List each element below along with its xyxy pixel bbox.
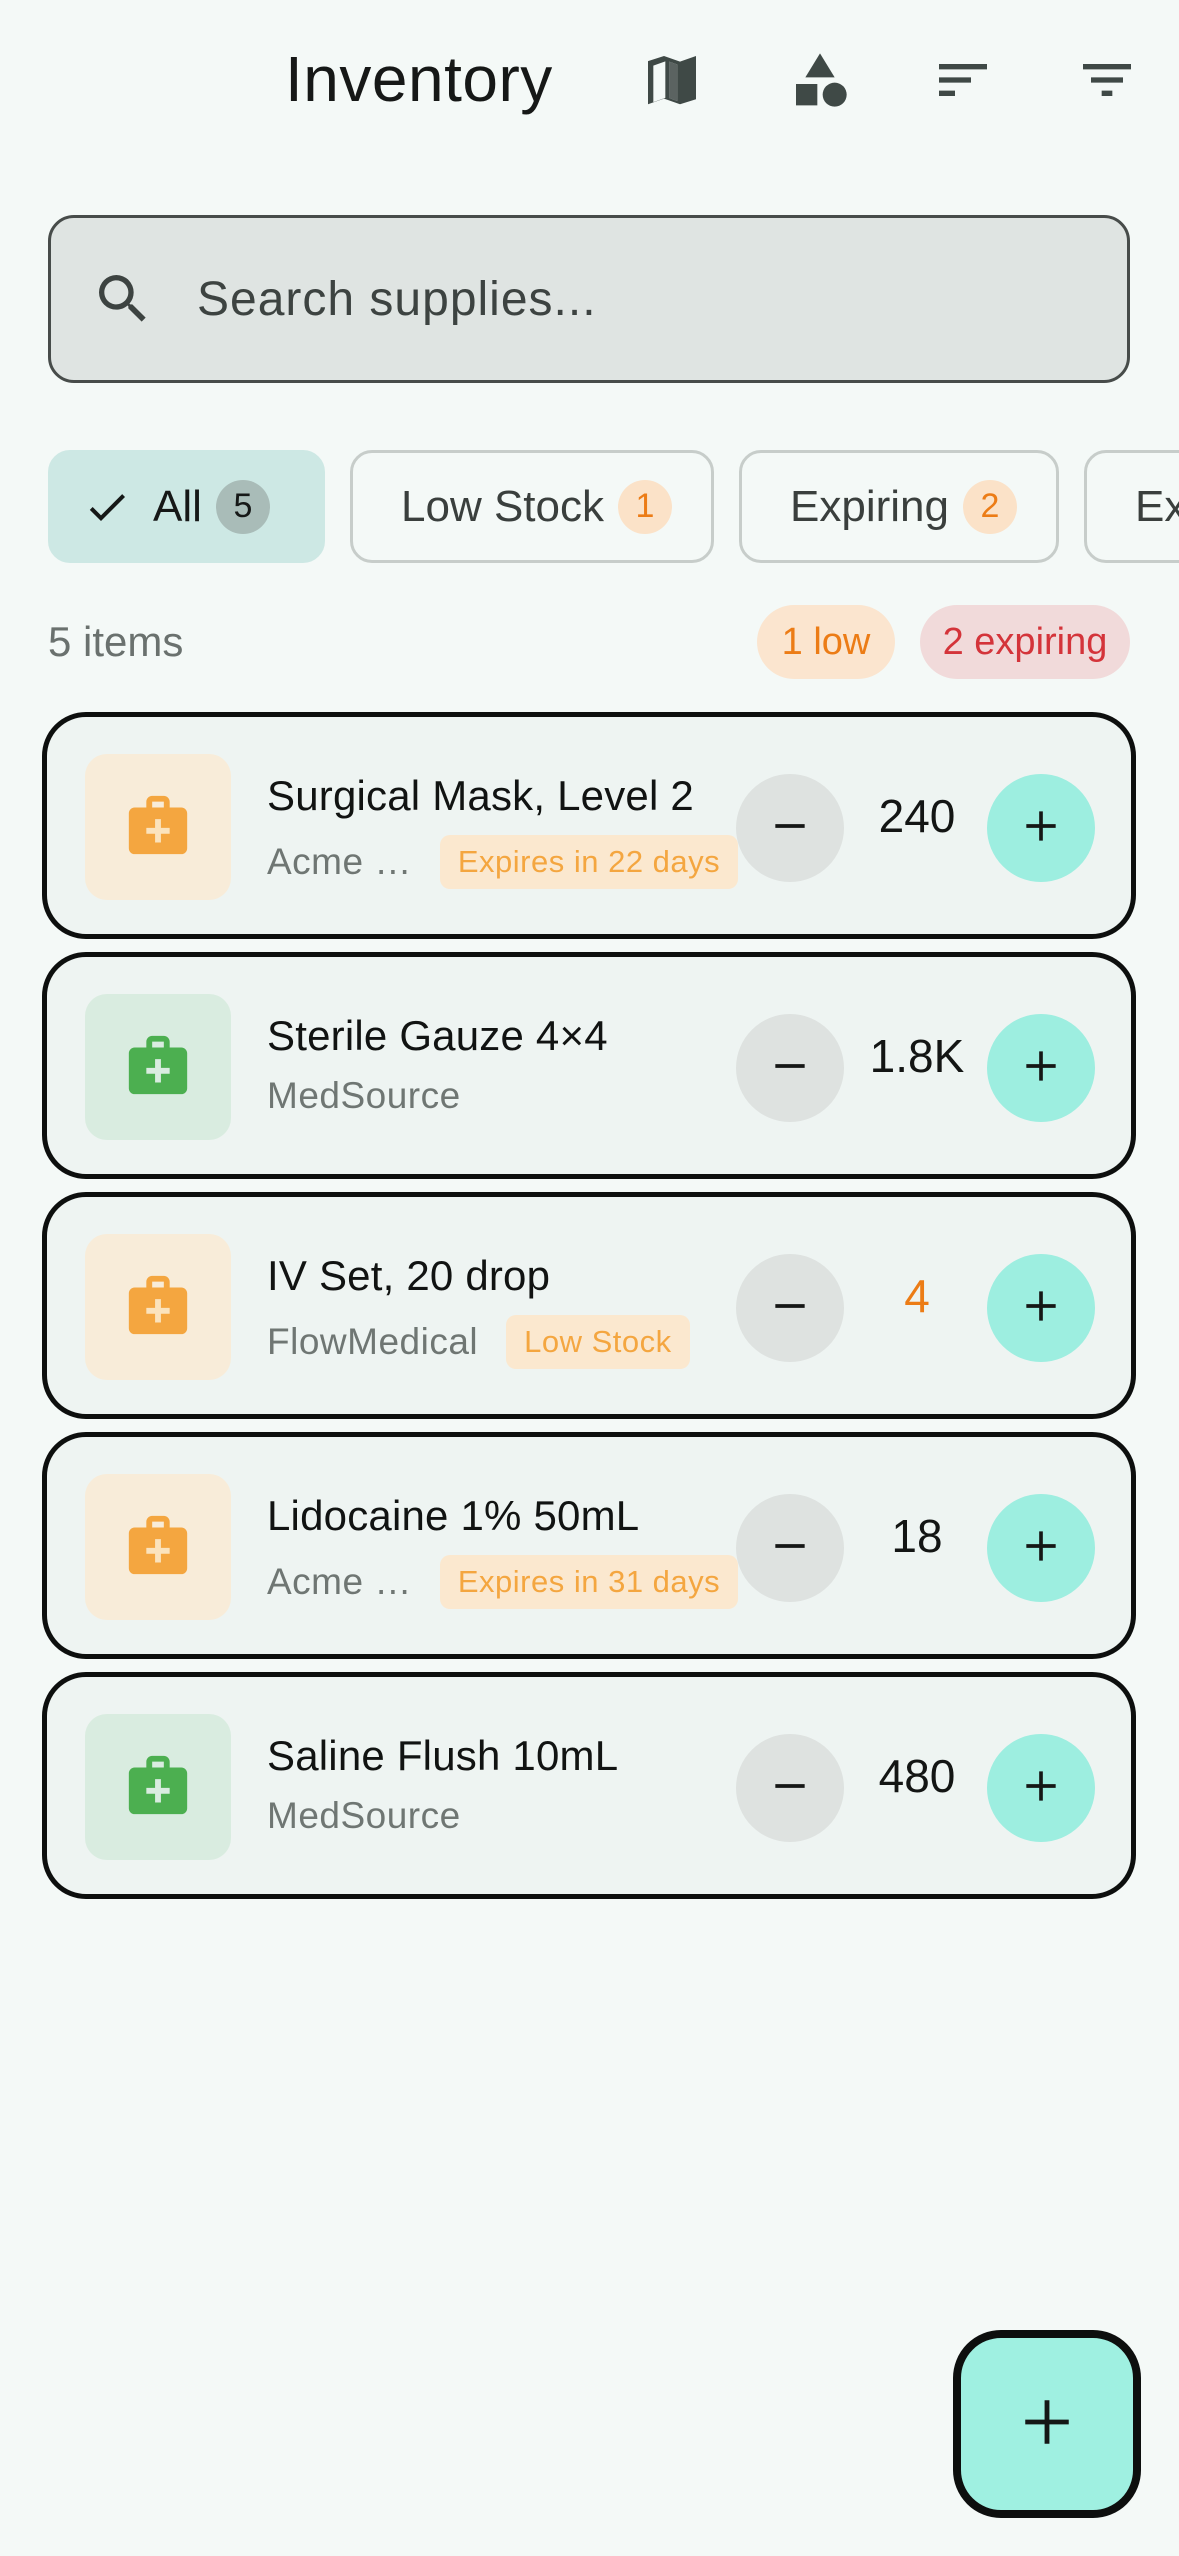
top-app-bar: Inventory [0, 0, 1179, 170]
item-supplier: MedSource [267, 1075, 461, 1116]
item-meta: MedSource [267, 1795, 461, 1837]
chip-label: Low Stock [401, 481, 604, 531]
plus-icon [1019, 1044, 1063, 1093]
inventory-item-card[interactable]: Lidocaine 1% 50mL Acme … Expires in 31 d… [42, 1432, 1136, 1659]
plus-icon [1019, 1284, 1063, 1333]
minus-icon [768, 1044, 812, 1093]
medical-kit-icon [123, 1750, 193, 1825]
filter-chip-row: All 5 Low Stock 1 Expiring 2 Ex [48, 450, 1179, 564]
item-name: Sterile Gauze 4×4 [267, 1012, 608, 1059]
item-quantity: 4 [904, 1270, 930, 1322]
inventory-item-card[interactable]: IV Set, 20 drop FlowMedical Low Stock 4 [42, 1192, 1136, 1419]
item-quantity: 240 [878, 790, 956, 842]
medical-kit-icon [123, 1030, 193, 1105]
decrease-quantity-button[interactable] [736, 1254, 844, 1362]
medical-kit-icon [123, 1510, 193, 1585]
item-thumbnail [85, 994, 231, 1140]
item-thumbnail [85, 1714, 231, 1860]
item-name: IV Set, 20 drop [267, 1252, 551, 1299]
increase-quantity-button[interactable] [987, 1014, 1095, 1122]
plus-icon [1019, 1524, 1063, 1573]
chip-label: All [153, 481, 202, 531]
inventory-item-card[interactable]: Sterile Gauze 4×4 MedSource 1.8K [42, 952, 1136, 1179]
map-icon [640, 48, 704, 117]
expiry-badge: Expires in 31 days [439, 1555, 739, 1609]
increase-quantity-button[interactable] [987, 1734, 1095, 1842]
low-stock-pill: 1 low [757, 605, 895, 679]
sort-button[interactable] [927, 46, 999, 118]
item-thumbnail [85, 754, 231, 900]
add-item-fab[interactable] [953, 2330, 1141, 2518]
chip-low-stock[interactable]: Low Stock 1 [350, 450, 714, 563]
decrease-quantity-button[interactable] [736, 1014, 844, 1122]
check-icon [83, 483, 131, 531]
search-icon [91, 267, 155, 331]
minus-icon [768, 1524, 812, 1573]
minus-icon [768, 1764, 812, 1813]
search-bar[interactable] [48, 215, 1130, 383]
category-shapes-icon [788, 48, 852, 117]
chip-all[interactable]: All 5 [48, 450, 325, 563]
chip-count: 5 [215, 479, 270, 534]
item-supplier: Acme … [267, 841, 412, 882]
minus-icon [768, 1284, 812, 1333]
chip-label: Expiring [790, 481, 949, 531]
item-supplier: FlowMedical [267, 1321, 479, 1362]
category-button[interactable] [784, 46, 856, 118]
item-thumbnail [85, 1474, 231, 1620]
item-meta: Acme … Expires in 22 days [267, 835, 739, 889]
chip-label: Ex [1135, 481, 1179, 531]
search-input[interactable] [197, 271, 1077, 327]
medical-kit-icon [123, 1270, 193, 1345]
decrease-quantity-button[interactable] [736, 1494, 844, 1602]
decrease-quantity-button[interactable] [736, 1734, 844, 1842]
map-button[interactable] [636, 46, 708, 118]
item-name: Saline Flush 10mL [267, 1732, 619, 1779]
item-supplier: MedSource [267, 1795, 461, 1836]
increase-quantity-button[interactable] [987, 1254, 1095, 1362]
filter-icon [1075, 48, 1139, 117]
chip-count: 2 [962, 479, 1017, 534]
sort-icon [931, 48, 995, 117]
item-meta: MedSource [267, 1075, 461, 1117]
item-quantity: 18 [891, 1510, 943, 1562]
filter-button[interactable] [1071, 46, 1143, 118]
chip-count: 1 [617, 479, 672, 534]
low-stock-badge: Low Stock [506, 1315, 690, 1369]
minus-icon [768, 804, 812, 853]
item-quantity: 1.8K [869, 1030, 965, 1082]
item-name: Lidocaine 1% 50mL [267, 1492, 640, 1539]
chip-expired[interactable]: Ex [1084, 450, 1179, 563]
add-icon [1018, 2393, 1076, 2456]
expiring-pill: 2 expiring [920, 605, 1130, 679]
item-name: Surgical Mask, Level 2 [267, 772, 694, 819]
item-thumbnail [85, 1234, 231, 1380]
item-meta: FlowMedical Low Stock [267, 1315, 690, 1369]
plus-icon [1019, 804, 1063, 853]
inventory-item-card[interactable]: Saline Flush 10mL MedSource 480 [42, 1672, 1136, 1899]
decrease-quantity-button[interactable] [736, 774, 844, 882]
expiry-badge: Expires in 22 days [439, 835, 739, 889]
increase-quantity-button[interactable] [987, 1494, 1095, 1602]
item-quantity: 480 [878, 1750, 956, 1802]
plus-icon [1019, 1764, 1063, 1813]
increase-quantity-button[interactable] [987, 774, 1095, 882]
medical-kit-icon [123, 790, 193, 865]
item-meta: Acme … Expires in 31 days [267, 1555, 739, 1609]
chip-expiring[interactable]: Expiring 2 [739, 450, 1059, 563]
page-title: Inventory [285, 43, 553, 115]
items-count: 5 items [48, 618, 184, 665]
inventory-item-card[interactable]: Surgical Mask, Level 2 Acme … Expires in… [42, 712, 1136, 939]
item-supplier: Acme … [267, 1561, 412, 1602]
